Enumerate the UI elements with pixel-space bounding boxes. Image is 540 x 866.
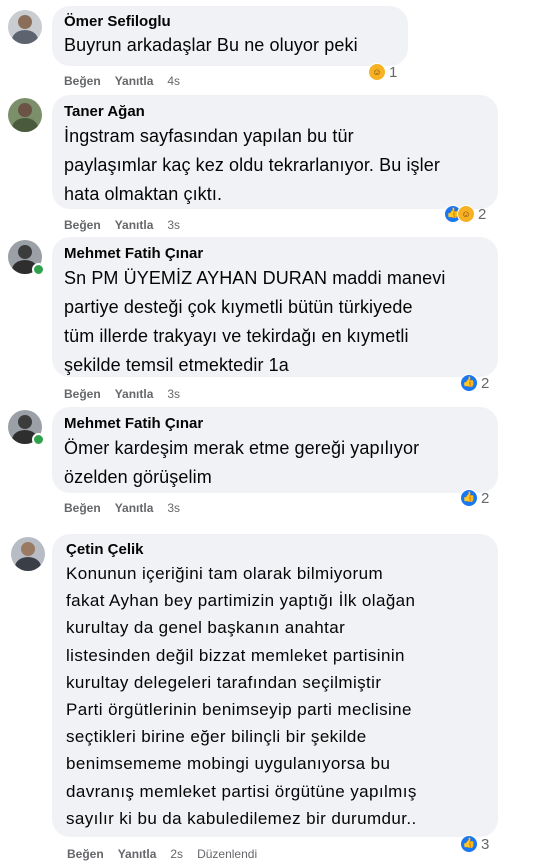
comment-text: Konunun içeriğini tam olarak bilmiyorum …: [66, 564, 417, 828]
comment-actions: Beğen Yanıtla 4s: [64, 73, 194, 89]
online-status-icon: [32, 263, 45, 276]
comment-bubble: Mehmet Fatih Çınar Sn PM ÜYEMİZ AYHAN DU…: [52, 237, 498, 377]
comment-author[interactable]: Mehmet Fatih Çınar: [64, 244, 486, 264]
reaction-count: 2: [481, 374, 490, 392]
reactions[interactable]: ☺ 1: [368, 62, 397, 82]
comment-bubble: Mehmet Fatih Çınar Ömer kardeşim merak e…: [52, 407, 498, 493]
like-icon: 👍: [460, 374, 478, 392]
comment-time[interactable]: 3s: [167, 387, 180, 401]
comment-time[interactable]: 2s: [170, 847, 183, 861]
avatar[interactable]: [8, 10, 42, 44]
like-button[interactable]: Beğen: [64, 74, 101, 88]
reaction-count: 1: [389, 63, 398, 81]
comment-time[interactable]: 3s: [167, 218, 180, 232]
like-button[interactable]: Beğen: [67, 847, 104, 861]
comment-text: Ömer kardeşim merak etme gereği yapılıyo…: [64, 438, 420, 487]
comment-actions: Beğen Yanıtla 2s Düzenlendi: [67, 846, 271, 862]
reply-button[interactable]: Yanıtla: [115, 501, 154, 515]
online-status-icon: [32, 433, 45, 446]
reaction-count: 3: [481, 835, 490, 853]
comment-time[interactable]: 4s: [167, 74, 180, 88]
edited-label: Düzenlendi: [197, 847, 258, 861]
comment-text: İngstram sayfasından yapılan bu tür payl…: [64, 126, 440, 204]
reactions[interactable]: 👍 ☺ 2: [444, 204, 486, 224]
like-button[interactable]: Beğen: [64, 387, 101, 401]
reply-button[interactable]: Yanıtla: [115, 74, 154, 88]
like-icon: 👍: [460, 835, 478, 853]
comment-time[interactable]: 3s: [167, 501, 180, 515]
comment-actions: Beğen Yanıtla 3s: [64, 500, 194, 516]
comment-text: Buyrun arkadaşlar Bu ne oluyor peki: [64, 35, 358, 55]
like-button[interactable]: Beğen: [64, 501, 101, 515]
reply-button[interactable]: Yanıtla: [115, 218, 154, 232]
haha-icon: ☺: [368, 63, 386, 81]
reply-button[interactable]: Yanıtla: [115, 387, 154, 401]
comment-text: Sn PM ÜYEMİZ AYHAN DURAN maddi manevi pa…: [64, 268, 446, 375]
reactions[interactable]: 👍 3: [460, 834, 489, 854]
reply-button[interactable]: Yanıtla: [118, 847, 157, 861]
reaction-count: 2: [478, 205, 487, 223]
haha-icon: ☺: [457, 205, 475, 223]
reactions[interactable]: 👍 2: [460, 488, 489, 508]
comment-author[interactable]: Taner Ağan: [64, 102, 486, 122]
reaction-count: 2: [481, 489, 490, 507]
like-icon: 👍: [460, 489, 478, 507]
like-button[interactable]: Beğen: [64, 218, 101, 232]
comment-bubble: Çetin Çelik Konunun içeriğini tam olarak…: [52, 534, 498, 837]
reactions[interactable]: 👍 2: [460, 373, 489, 393]
comment-author[interactable]: Mehmet Fatih Çınar: [64, 414, 486, 434]
avatar[interactable]: [8, 98, 42, 132]
comment-actions: Beğen Yanıtla 3s: [64, 386, 194, 402]
avatar[interactable]: [11, 537, 45, 571]
comment-bubble: Taner Ağan İngstram sayfasından yapılan …: [52, 95, 498, 209]
comment-author[interactable]: Çetin Çelik: [66, 540, 486, 560]
comment-actions: Beğen Yanıtla 3s: [64, 217, 194, 233]
comment-bubble: Ömer Sefiloglu Buyrun arkadaşlar Bu ne o…: [52, 6, 408, 66]
comment-author[interactable]: Ömer Sefiloglu: [64, 12, 396, 32]
